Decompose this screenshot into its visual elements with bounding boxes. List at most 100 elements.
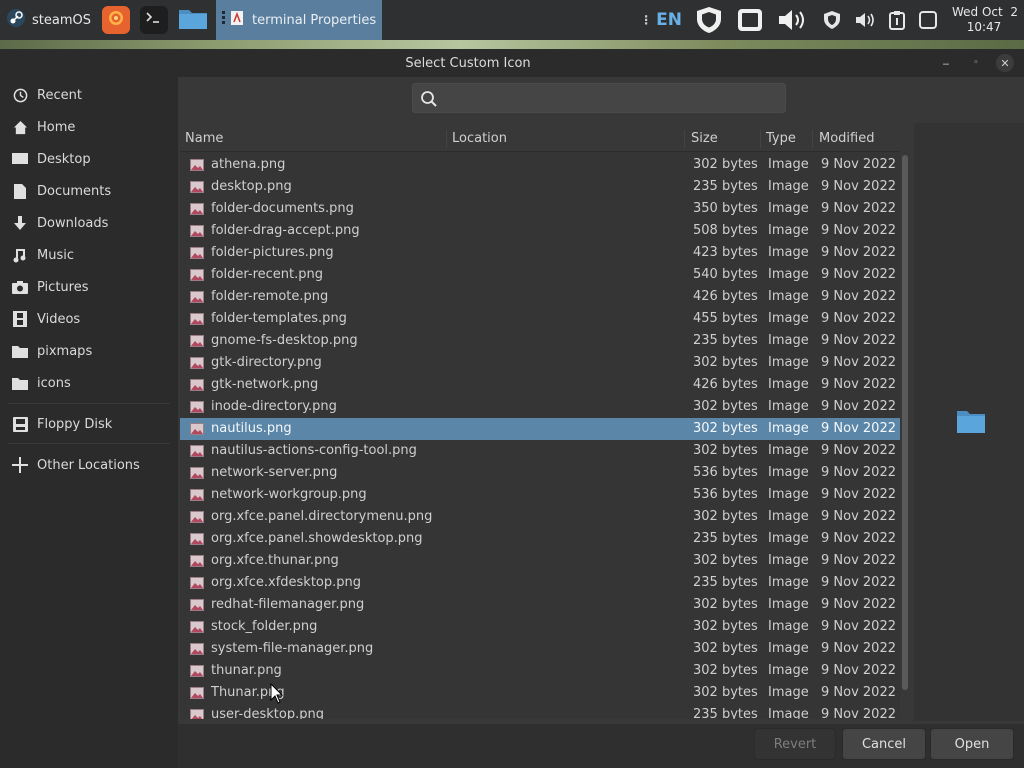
column-header-location[interactable]: Location (452, 131, 507, 146)
file-row[interactable]: nautilus-actions-config-tool.png 302 byte… (180, 440, 900, 462)
sidebar-item-label: Desktop (37, 151, 91, 167)
sidebar-item-pictures[interactable]: Pictures (0, 272, 178, 302)
file-row[interactable]: system-file-manager.png 302 bytes Image 9 N… (180, 638, 900, 660)
file-row[interactable]: inode-directory.png 302 bytes Image 9 Nov 2… (180, 396, 900, 418)
image-file-icon (190, 555, 204, 571)
search-input[interactable] (445, 87, 779, 111)
file-name: network-server.png (211, 465, 338, 480)
sidebar-item-desktop[interactable]: Desktop (0, 144, 178, 174)
file-modified: 9 Nov 2022 (821, 597, 896, 612)
music-icon (11, 246, 29, 264)
square-icon[interactable] (918, 10, 938, 30)
sidebar-item-other-locations[interactable]: Other Locations (0, 450, 178, 480)
sidebar-item-home[interactable]: Home (0, 112, 178, 142)
start-menu-label: steamOS (32, 12, 91, 28)
search-icon (420, 90, 438, 112)
cancel-button[interactable]: Cancel (842, 728, 926, 760)
file-size: 302 bytes (693, 157, 758, 172)
file-row[interactable]: Thunar.png 302 bytes Image 9 Nov 2022 (180, 682, 900, 704)
image-file-icon (190, 709, 204, 719)
file-row[interactable]: org.xfce.thunar.png 302 bytes Image 9 Nov 2… (180, 550, 900, 572)
file-row[interactable]: folder-templates.png 455 bytes Image 9 Nov … (180, 308, 900, 330)
revert-button[interactable]: Revert (754, 728, 836, 760)
file-type: Image (768, 377, 809, 392)
file-modified: 9 Nov 2022 (821, 619, 896, 634)
window-drag-handle[interactable] (222, 10, 226, 30)
file-row[interactable]: redhat-filemanager.png 302 bytes Image 9 No… (180, 594, 900, 616)
file-modified: 9 Nov 2022 (821, 377, 896, 392)
file-size: 426 bytes (693, 377, 758, 392)
sidebar-item-music[interactable]: Music (0, 240, 178, 270)
column-header-type[interactable]: Type (766, 131, 796, 146)
shield-icon[interactable] (694, 5, 724, 35)
file-row[interactable]: folder-remote.png 426 bytes Image 9 Nov 202… (180, 286, 900, 308)
file-row[interactable]: gtk-network.png 426 bytes Image 9 Nov 2022 (180, 374, 900, 396)
volume-small-icon[interactable] (854, 10, 876, 30)
dialog-titlebar[interactable]: Select Custom Icon ‒ ◦ ✕ (0, 49, 1024, 77)
sidebar-item-recent[interactable]: Recent (0, 80, 178, 110)
file-list[interactable]: Name Location Size Type Modified athena.… (180, 127, 900, 719)
file-type: Image (768, 355, 809, 370)
file-row[interactable]: gtk-directory.png 302 bytes Image 9 Nov 202… (180, 352, 900, 374)
maximize-button[interactable]: ◦ (967, 54, 985, 72)
file-row[interactable]: folder-drag-accept.png 508 bytes Image 9 No… (180, 220, 900, 242)
battery-icon[interactable] (736, 6, 764, 34)
file-row[interactable]: folder-pictures.png 423 bytes Image 9 Nov 2… (180, 242, 900, 264)
file-row[interactable]: folder-recent.png 540 bytes Image 9 Nov 202… (180, 264, 900, 286)
file-row[interactable]: stock_folder.png 302 bytes Image 9 Nov 2022 (180, 616, 900, 638)
terminal-launcher[interactable] (140, 6, 168, 34)
file-row[interactable]: network-server.png 536 bytes Image 9 Nov 20… (180, 462, 900, 484)
file-row[interactable]: nautilus.png 302 bytes Image 9 Nov 2022 (180, 418, 900, 440)
keyboard-layout-indicator[interactable]: ⋮ EN (640, 10, 682, 30)
file-name: org.xfce.thunar.png (211, 553, 339, 568)
file-row[interactable]: thunar.png 302 bytes Image 9 Nov 2022 (180, 660, 900, 682)
file-row[interactable]: folder-documents.png 350 bytes Image 9 Nov … (180, 198, 900, 220)
file-row[interactable]: network-workgroup.png 536 bytes Image 9 Nov… (180, 484, 900, 506)
column-header-size[interactable]: Size (691, 131, 718, 146)
file-row[interactable]: org.xfce.panel.showdesktop.png 235 bytes I… (180, 528, 900, 550)
search-field[interactable] (412, 83, 786, 113)
firefox-launcher[interactable] (102, 6, 130, 34)
files-launcher[interactable] (178, 6, 208, 34)
clock-icon (11, 86, 29, 104)
file-row[interactable]: org.xfce.panel.directorymenu.png 302 byte… (180, 506, 900, 528)
sidebar-item-label: icons (37, 375, 71, 391)
sidebar-item-floppy-disk[interactable]: Floppy Disk (0, 409, 178, 439)
image-file-icon (190, 379, 204, 395)
file-row[interactable]: user-desktop.png 235 bytes Image 9 Nov 2022 (180, 704, 900, 719)
column-separator (446, 130, 447, 148)
open-button[interactable]: Open (930, 728, 1014, 760)
sidebar-item-downloads[interactable]: Downloads (0, 208, 178, 238)
minimize-button[interactable]: ‒ (937, 54, 955, 72)
start-menu-button[interactable]: steamOS (0, 0, 98, 40)
sidebar-separator (8, 443, 170, 444)
file-list-scrollbar[interactable] (902, 155, 908, 690)
shield-small-icon[interactable] (822, 10, 842, 30)
close-button[interactable]: ✕ (996, 54, 1014, 72)
file-modified: 9 Nov 2022 (821, 575, 896, 590)
file-row[interactable]: org.xfce.xfdesktop.png 235 bytes Image 9 No… (180, 572, 900, 594)
file-type: Image (768, 179, 809, 194)
clipboard-icon[interactable] (888, 10, 906, 30)
desktop-wallpaper (0, 40, 1024, 49)
image-file-icon (190, 643, 204, 659)
file-row[interactable]: athena.png 302 bytes Image 9 Nov 2022 (180, 154, 900, 176)
sidebar-item-documents[interactable]: Documents (0, 176, 178, 206)
file-modified: 9 Nov 2022 (821, 201, 896, 216)
volume-icon[interactable] (776, 6, 810, 34)
sidebar-item-pixmaps[interactable]: pixmaps (0, 336, 178, 366)
sidebar-item-icons[interactable]: icons (0, 368, 178, 398)
file-row[interactable]: desktop.png 235 bytes Image 9 Nov 2022 (180, 176, 900, 198)
file-size: 350 bytes (693, 201, 758, 216)
taskbar-window-terminal-properties[interactable]: terminal Properties (216, 0, 382, 40)
column-header-name[interactable]: Name (185, 131, 223, 146)
steam-logo-icon (6, 8, 26, 32)
column-header-modified[interactable]: Modified (819, 131, 874, 146)
image-file-icon (190, 269, 204, 285)
clock[interactable]: Wed Oct 2 10:47 (952, 5, 1018, 35)
file-modified: 9 Nov 2022 (821, 509, 896, 524)
image-file-icon (190, 599, 204, 615)
sidebar-item-videos[interactable]: Videos (0, 304, 178, 334)
file-row[interactable]: gnome-fs-desktop.png 235 bytes Image 9 Nov … (180, 330, 900, 352)
download-icon (11, 214, 29, 232)
